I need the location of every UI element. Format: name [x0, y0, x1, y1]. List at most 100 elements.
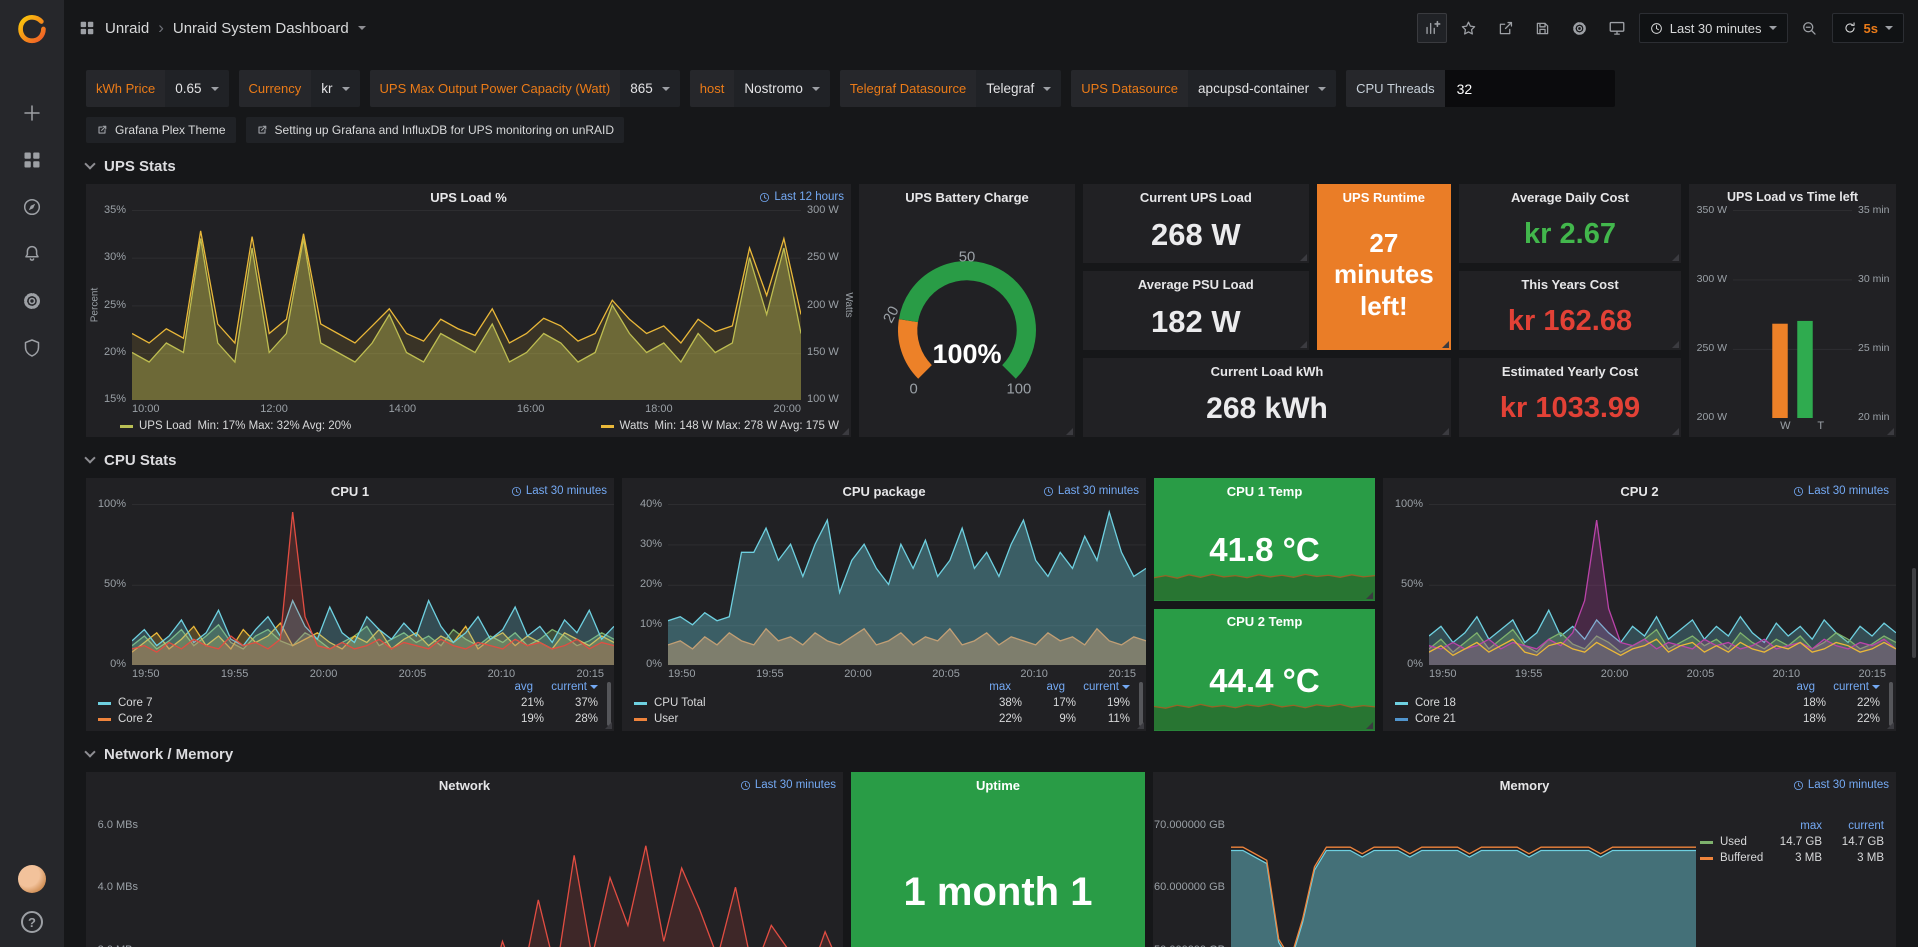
clock-icon: [1793, 780, 1804, 791]
legend-row: CPU Total 38% 17% 19%: [634, 697, 1130, 709]
series-name[interactable]: Core 2: [118, 713, 490, 725]
cpu-package-chart[interactable]: [668, 504, 1146, 665]
load-vs-time-chart[interactable]: [1733, 210, 1852, 418]
variable-currency[interactable]: Currency kr: [239, 70, 360, 107]
row-header-ups-stats[interactable]: UPS Stats: [86, 143, 1896, 184]
stat-value: 27 minutes left!: [1317, 210, 1451, 350]
panel-title[interactable]: CPU 1 Temp: [1154, 478, 1375, 504]
panel-title[interactable]: Memory Last 30 minutes: [1153, 772, 1896, 798]
refresh-button[interactable]: 5s: [1832, 13, 1904, 43]
panel-title[interactable]: Estimated Yearly Cost: [1459, 358, 1681, 384]
user-avatar[interactable]: [18, 865, 46, 893]
chevron-down-icon: [84, 452, 95, 463]
legend-scrollbar[interactable]: [1889, 682, 1893, 726]
panel-ups-runtime: UPS Runtime 27 minutes left!: [1317, 184, 1451, 350]
panel-title[interactable]: UPS Load % Last 12 hours: [86, 184, 851, 210]
series-name[interactable]: User: [654, 713, 968, 725]
cpu1-chart[interactable]: [132, 504, 614, 665]
series-name[interactable]: Watts: [620, 420, 649, 432]
panel-ups-battery-charge: UPS Battery Charge 50 0 100 20 100%: [859, 184, 1075, 437]
zoom-out-button[interactable]: [1795, 13, 1825, 43]
panel-title[interactable]: CPU 2 Last 30 minutes: [1383, 478, 1896, 504]
alerting-bell-icon[interactable]: [22, 244, 42, 264]
series-name[interactable]: CPU Total: [654, 697, 968, 709]
star-button[interactable]: [1454, 13, 1484, 43]
panel-title[interactable]: Current Load kWh: [1083, 358, 1451, 384]
apps-grid-icon[interactable]: [78, 19, 96, 37]
panel-title[interactable]: Network Last 30 minutes: [86, 772, 843, 798]
legend-scrollbar[interactable]: [607, 682, 611, 726]
page-scrollbar[interactable]: [1912, 568, 1916, 658]
variable-kwh-price[interactable]: kWh Price 0.65: [86, 70, 229, 107]
series-name[interactable]: Core 21: [1415, 713, 1772, 725]
admin-shield-icon[interactable]: [22, 338, 42, 358]
legend-scrollbar[interactable]: [1139, 682, 1143, 726]
link-ups-monitoring-guide[interactable]: Setting up Grafana and InfluxDB for UPS …: [246, 117, 625, 143]
legend-header-current[interactable]: current: [1822, 820, 1884, 832]
legend-header-current[interactable]: current: [1815, 681, 1869, 693]
x-axis: 19:5019:5520:0020:0520:1020:15: [622, 665, 1146, 680]
network-chart[interactable]: [144, 798, 843, 947]
time-range-picker[interactable]: Last 30 minutes: [1639, 13, 1788, 43]
series-name[interactable]: Used: [1720, 836, 1768, 848]
variable-host[interactable]: host Nostromo: [690, 70, 830, 107]
breadcrumb-app[interactable]: Unraid: [105, 20, 149, 37]
series-name[interactable]: UPS Load: [139, 420, 191, 432]
clock-icon: [1043, 486, 1054, 497]
y-axis-left: 350 W 300 W 250 W 200 W: [1689, 205, 1733, 423]
legend-header-max[interactable]: max: [957, 681, 1011, 693]
panel-title[interactable]: UPS Battery Charge: [859, 184, 1075, 210]
panel-average-daily-cost: Average Daily Cost kr 2.67: [1459, 184, 1681, 263]
panel-title[interactable]: UPS Runtime: [1317, 184, 1451, 210]
save-button[interactable]: [1528, 13, 1558, 43]
variable-telegraf-datasource[interactable]: Telegraf Datasource Telegraf: [840, 70, 1061, 107]
sort-caret: [590, 685, 598, 689]
legend-header-avg[interactable]: avg: [479, 681, 533, 693]
panel-title[interactable]: CPU 1 Last 30 minutes: [86, 478, 614, 504]
settings-gear-button[interactable]: [1565, 13, 1595, 43]
series-name[interactable]: Core 18: [1415, 697, 1772, 709]
dashboards-icon[interactable]: [22, 150, 42, 170]
legend-header-current[interactable]: current: [1065, 681, 1119, 693]
panel-title[interactable]: Average Daily Cost: [1459, 184, 1681, 210]
panel-title[interactable]: Average PSU Load: [1083, 271, 1309, 297]
panel-time-override: Last 30 minutes: [740, 772, 836, 798]
help-icon[interactable]: ?: [21, 911, 43, 933]
grafana-logo-icon[interactable]: [17, 14, 47, 47]
panel-title[interactable]: This Years Cost: [1459, 271, 1681, 297]
panel-title[interactable]: CPU package Last 30 minutes: [622, 478, 1146, 504]
legend-header-current[interactable]: current: [533, 681, 587, 693]
legend-header-avg[interactable]: avg: [1011, 681, 1065, 693]
link-grafana-plex-theme[interactable]: Grafana Plex Theme: [86, 117, 236, 143]
legend-table: avg current Core 18 18% 22% Core 21: [1383, 680, 1896, 727]
legend-header-max[interactable]: max: [1768, 820, 1822, 832]
legend-header-avg[interactable]: avg: [1761, 681, 1815, 693]
cpu-threads-input[interactable]: 32: [1445, 70, 1615, 107]
row-header-cpu-stats[interactable]: CPU Stats: [86, 437, 1896, 478]
create-plus-icon[interactable]: [22, 103, 42, 123]
memory-chart[interactable]: [1231, 798, 1696, 947]
series-swatch: [98, 718, 111, 721]
variable-ups-max-power[interactable]: UPS Max Output Power Capacity (Watt) 865: [370, 70, 680, 107]
panel-title[interactable]: Uptime: [851, 772, 1145, 798]
panel-average-psu-load: Average PSU Load 182 W: [1083, 271, 1309, 350]
stat-value: kr 162.68: [1459, 297, 1681, 350]
dashboard-title[interactable]: Unraid System Dashboard: [173, 20, 349, 37]
series-name[interactable]: Core 7: [118, 697, 490, 709]
series-stats: Min: 148 W Max: 278 W Avg: 175 W: [655, 420, 840, 432]
add-panel-button[interactable]: [1417, 13, 1447, 43]
configuration-gear-icon[interactable]: [22, 291, 42, 311]
row-header-network-memory[interactable]: Network / Memory: [86, 731, 1896, 772]
panel-title[interactable]: CPU 2 Temp: [1154, 609, 1375, 635]
share-button[interactable]: [1491, 13, 1521, 43]
cycle-view-monitor-button[interactable]: [1602, 13, 1632, 43]
variable-ups-datasource[interactable]: UPS Datasource apcupsd-container: [1071, 70, 1336, 107]
panel-cpu1-temp: CPU 1 Temp 41.8 °C: [1154, 478, 1375, 601]
panel-estimated-yearly-cost: Estimated Yearly Cost kr 1033.99: [1459, 358, 1681, 437]
series-name[interactable]: Buffered: [1720, 852, 1768, 864]
dashboard-dropdown-caret[interactable]: [358, 26, 366, 30]
cpu2-chart[interactable]: [1429, 504, 1896, 665]
explore-compass-icon[interactable]: [22, 197, 42, 217]
panel-title[interactable]: Current UPS Load: [1083, 184, 1309, 210]
ups-load-chart[interactable]: [132, 210, 801, 400]
